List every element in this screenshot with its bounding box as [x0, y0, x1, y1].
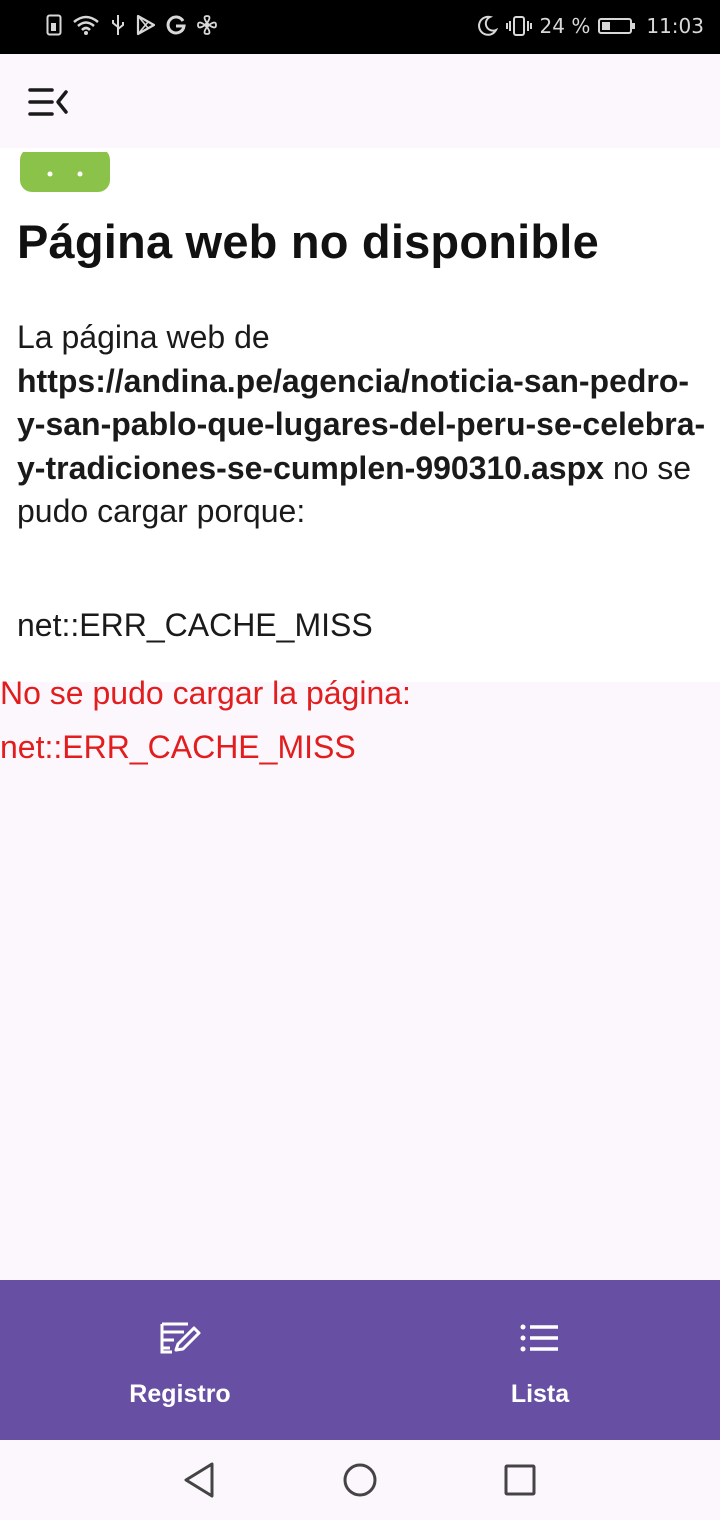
battery-icon — [598, 18, 636, 34]
nav-item-lista[interactable]: Lista — [360, 1280, 720, 1440]
play-store-icon — [136, 14, 156, 36]
sim-icon — [46, 14, 62, 36]
app-bar — [0, 54, 720, 148]
back-icon[interactable] — [178, 1458, 222, 1502]
wifi-icon — [73, 15, 99, 35]
nav-label-registro: Registro — [129, 1380, 231, 1408]
battery-percent: 24 % — [539, 14, 591, 38]
error-url[interactable]: https://andina.pe/agencia/noticia-san-pe… — [17, 363, 705, 486]
battery-level — [602, 22, 610, 30]
app-error-message: No se pudo cargar la página: net::ERR_CA… — [0, 666, 720, 774]
fan-icon — [197, 15, 217, 35]
clock: 11:03 — [646, 14, 704, 38]
app-error-line2: net::ERR_CACHE_MISS — [0, 729, 356, 765]
android-robot-icon — [16, 148, 116, 192]
webview-error-page: Página web no disponible La página web d… — [0, 148, 720, 682]
status-right-icons: 24 % 11:03 — [476, 14, 704, 38]
home-icon[interactable] — [338, 1458, 382, 1502]
error-code: net::ERR_CACHE_MISS — [17, 607, 373, 643]
list-icon — [520, 1324, 558, 1352]
moon-icon — [477, 15, 498, 36]
system-navigation-bar — [0, 1440, 720, 1520]
nav-label-lista: Lista — [510, 1380, 570, 1408]
usb-icon — [112, 15, 124, 35]
recents-icon[interactable] — [498, 1458, 542, 1502]
status-left-icons — [46, 14, 218, 36]
page-title: Página web no disponible — [17, 215, 599, 268]
edit-note-icon — [160, 1322, 201, 1354]
status-bar: 24 % 11:03 — [0, 0, 720, 54]
error-description: La página web de https://andina.pe/agenc… — [17, 316, 707, 534]
bottom-navigation: Registro Lista — [0, 1280, 720, 1440]
app-error-line1: No se pudo cargar la página: — [0, 675, 411, 711]
error-intro: La página web de — [17, 319, 270, 355]
google-icon — [166, 15, 186, 35]
nav-item-registro[interactable]: Registro — [0, 1280, 360, 1440]
menu-collapse-icon[interactable] — [22, 82, 70, 122]
vibrate-icon — [505, 16, 532, 36]
